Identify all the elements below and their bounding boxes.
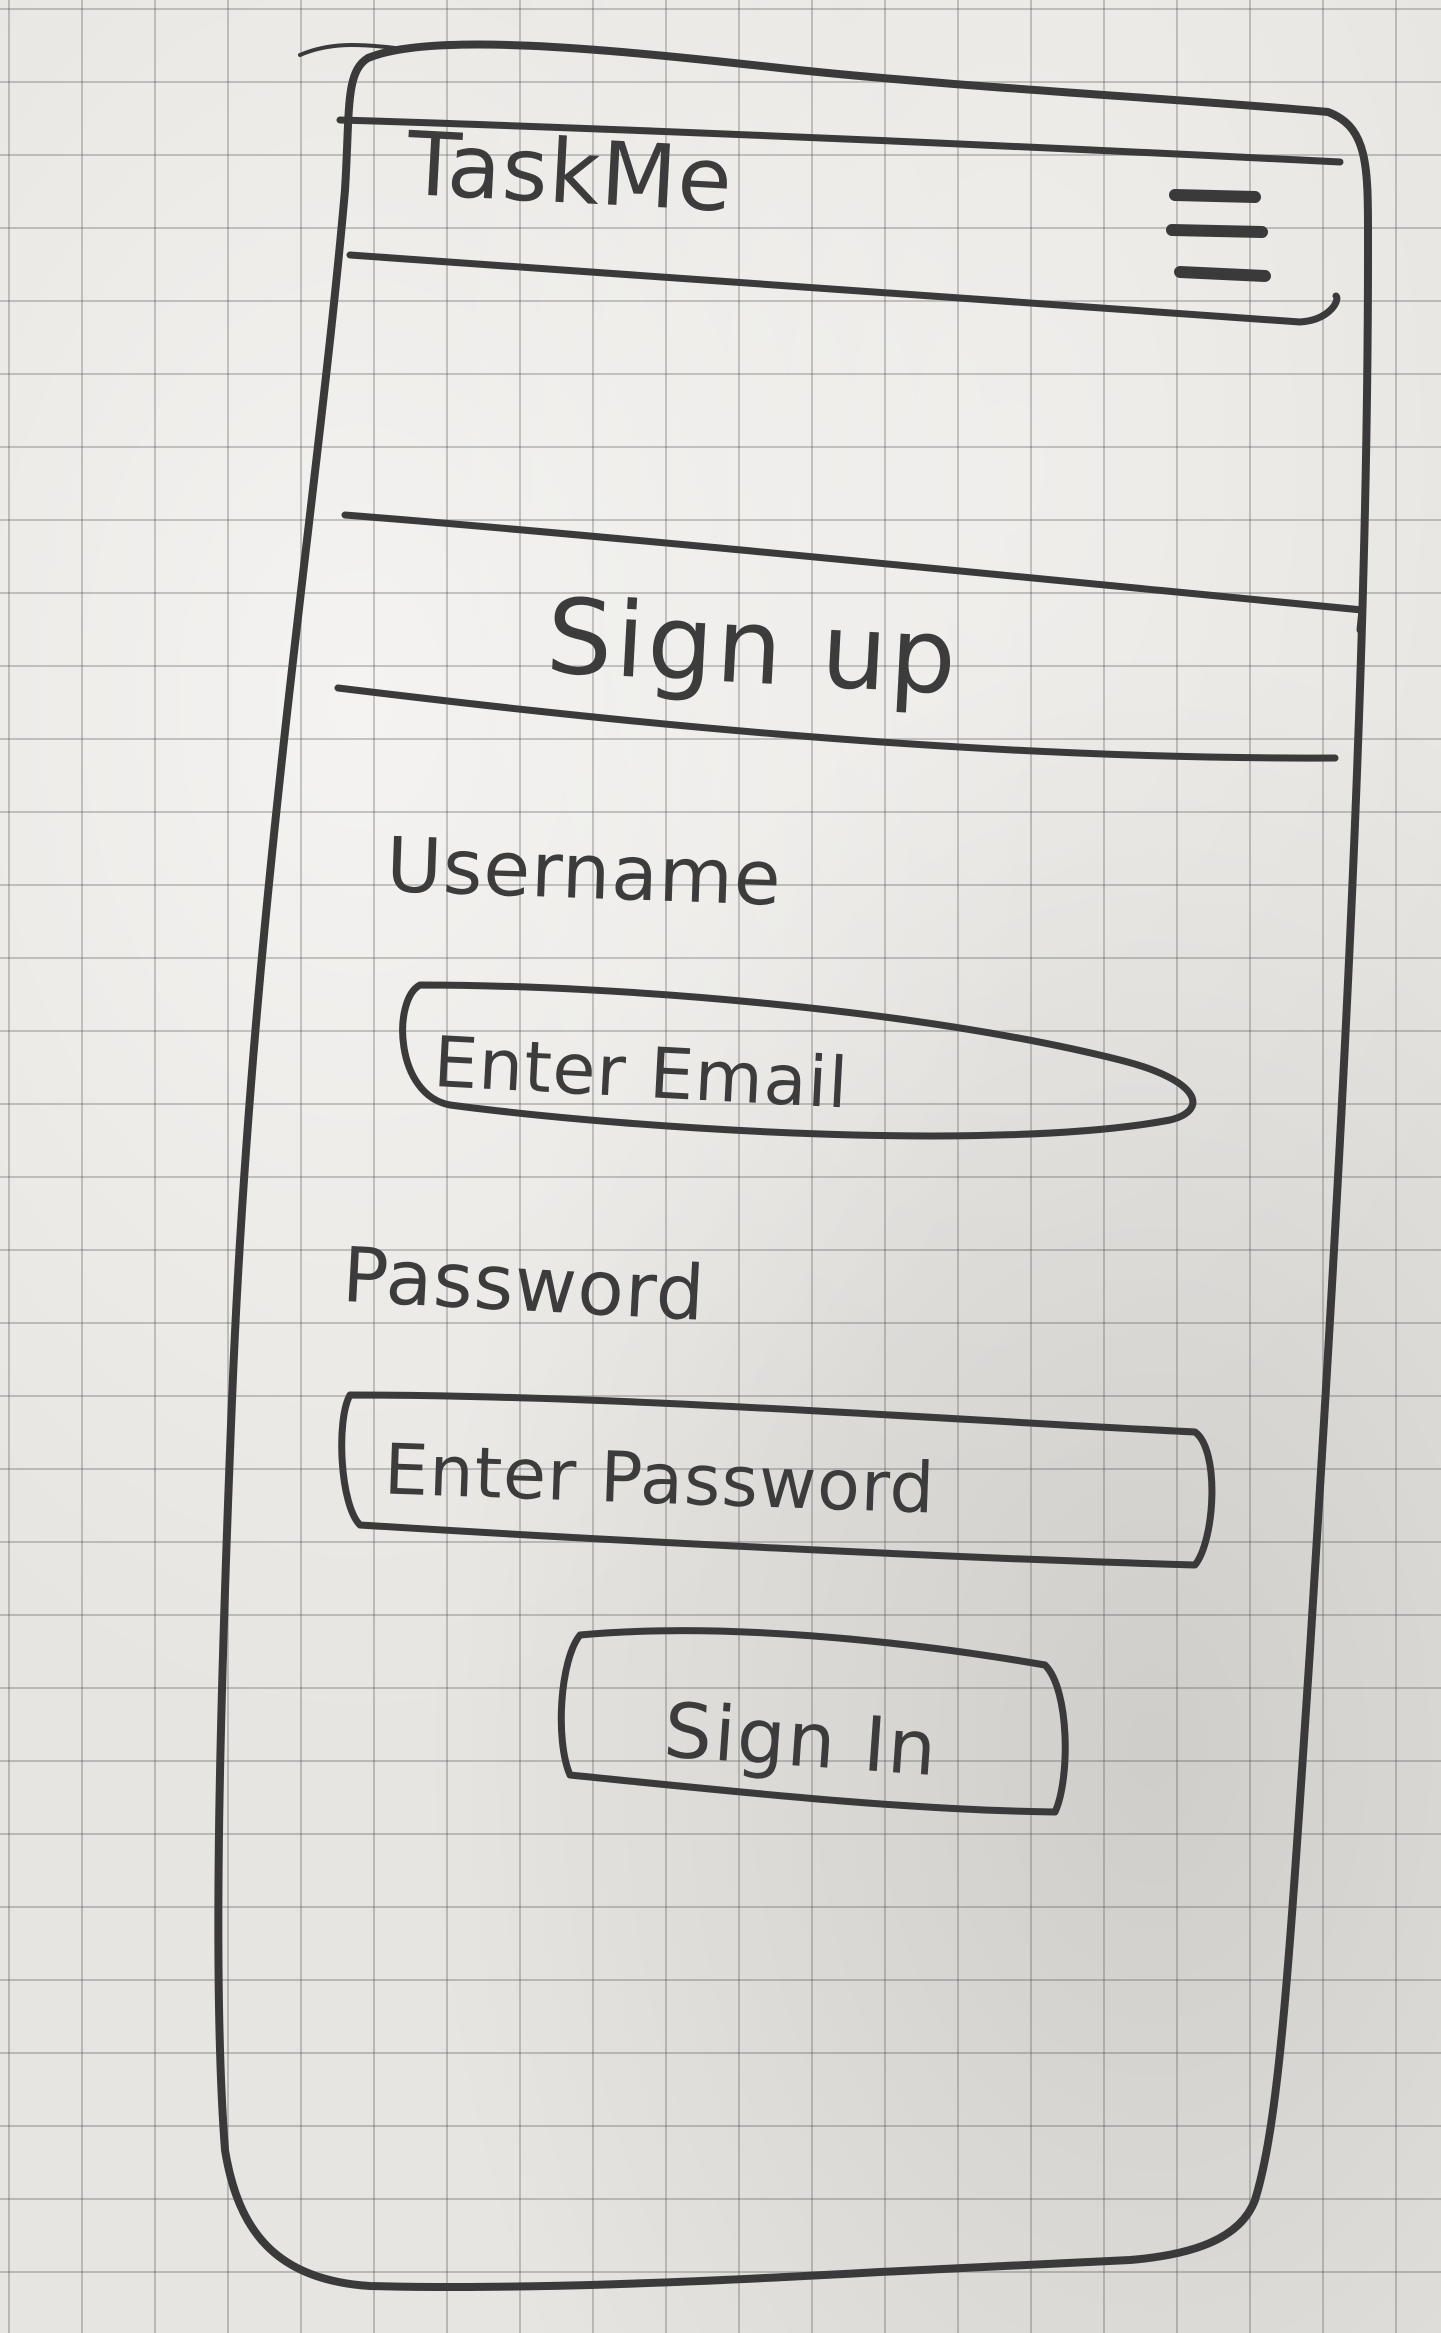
password-label: Password <box>340 1230 708 1338</box>
menu-button[interactable] <box>1148 170 1288 300</box>
signup-heading: Sign up <box>543 575 963 719</box>
wireframe-sketch <box>214 40 1373 2292</box>
phone-frame <box>214 40 1373 2292</box>
signin-button[interactable]: Sign In <box>553 1640 1048 1838</box>
username-label: Username <box>384 820 784 923</box>
password-input[interactable]: Enter Password <box>339 1388 1214 1578</box>
password-placeholder: Enter Password <box>382 1428 937 1530</box>
app-title: TaskMe <box>404 112 736 232</box>
signin-button-label: Sign In <box>661 1685 942 1794</box>
email-placeholder: Enter Email <box>431 1020 851 1125</box>
